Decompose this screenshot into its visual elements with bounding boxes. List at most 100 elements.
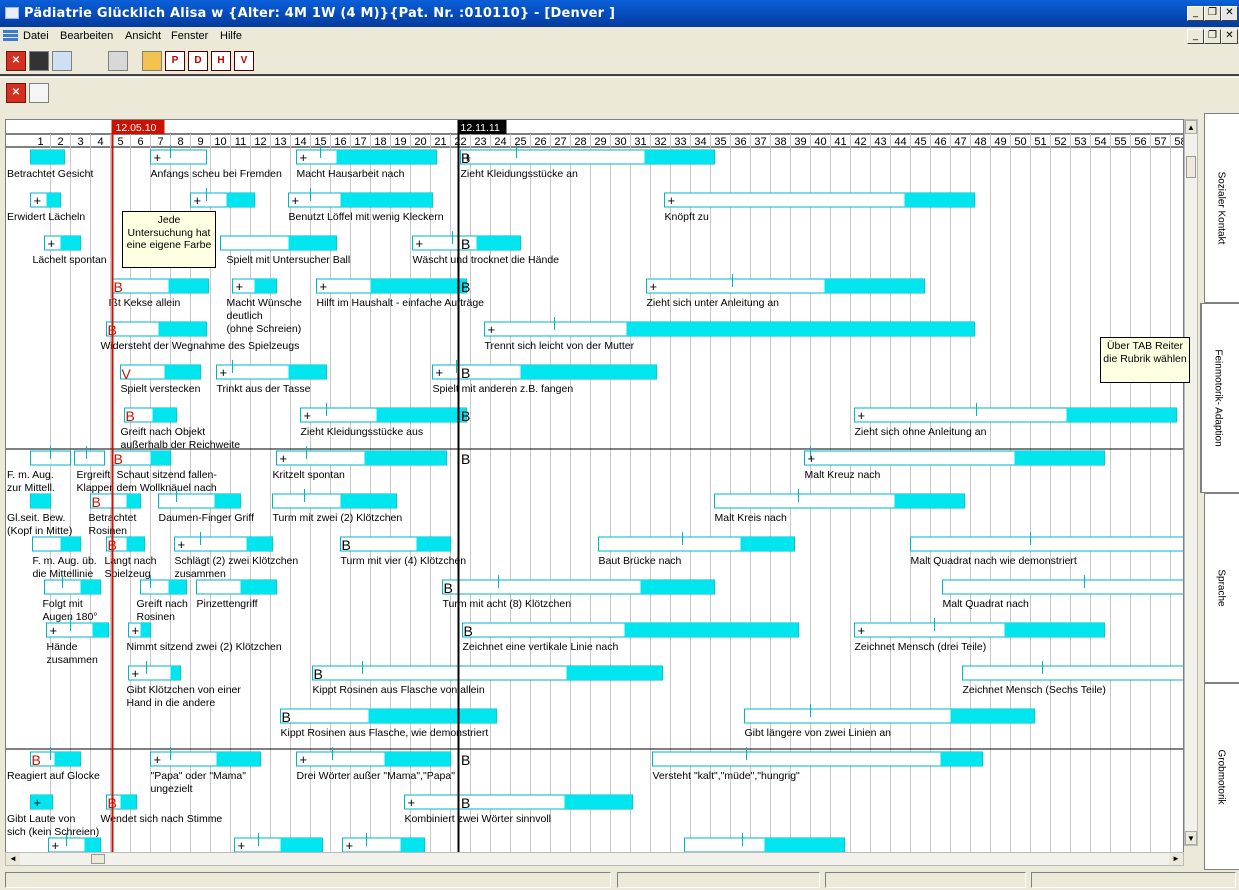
- plus-mark: +: [858, 408, 866, 423]
- month-tick-label: 31: [634, 136, 646, 148]
- menu-hilfe[interactable]: Hilfe: [220, 30, 242, 42]
- b-mark: B: [461, 279, 470, 295]
- child-minimize-button[interactable]: _: [1187, 29, 1204, 44]
- app-icon: [5, 7, 19, 19]
- tab-sprache[interactable]: Sprache: [1204, 493, 1239, 683]
- plus-mark: +: [154, 752, 162, 767]
- doc-d-icon[interactable]: D: [188, 51, 208, 71]
- item-label: Zeichnet eine vertikale Linie nach: [463, 641, 619, 653]
- item-bar-fill: [904, 193, 975, 207]
- tab-feinmotorik[interactable]: Feinmotorik- Adaption: [1200, 303, 1239, 493]
- doc-h-icon[interactable]: H: [211, 51, 231, 71]
- tab-sozialer-kontakt[interactable]: Sozialer Kontakt: [1204, 113, 1239, 303]
- item-label: (ohne Schreien): [227, 323, 302, 335]
- menu-bearbeiten[interactable]: Bearbeiten: [60, 30, 113, 42]
- item-label: Reagiert auf Glocke: [7, 770, 100, 782]
- item-bar-fill: [140, 623, 151, 637]
- item-bar-fill: [1014, 451, 1105, 465]
- red-marker-label: 12.05.10: [116, 122, 157, 134]
- patient-icon[interactable]: [52, 51, 72, 71]
- minimize-button[interactable]: _: [1187, 6, 1204, 21]
- month-tick-label: 44: [894, 136, 906, 148]
- item-label: Spielt mit anderen z.B. fangen: [433, 383, 574, 395]
- plus-mark: +: [34, 193, 42, 208]
- close-button[interactable]: ✕: [1221, 6, 1238, 21]
- item-bar: [962, 665, 1183, 681]
- plus-mark: +: [280, 451, 288, 466]
- item-label: Klapper: [77, 482, 114, 494]
- menu-fenster[interactable]: Fenster: [171, 30, 208, 42]
- item-label: Gibt längere von zwei Linien an: [745, 727, 892, 739]
- rubrik-tabs: Sozialer Kontakt Feinmotorik- Adaption S…: [1200, 113, 1239, 870]
- scroll-right-icon[interactable]: ►: [1169, 853, 1183, 865]
- plus-mark: +: [194, 193, 202, 208]
- plus-mark: +: [300, 752, 308, 767]
- item-label: Malt Quadrat nach: [943, 598, 1030, 610]
- scroll-up-icon[interactable]: ▲: [1185, 120, 1197, 134]
- item-label: Zieht Kleidungsstücke an: [461, 168, 578, 180]
- month-tick-label: 18: [374, 136, 386, 148]
- doc-v-icon[interactable]: V: [234, 51, 254, 71]
- item-bar-fill: [740, 537, 795, 551]
- month-tick-label: 47: [954, 136, 966, 148]
- item-bar-fill: [60, 236, 81, 250]
- item-bar-fill: [364, 451, 447, 465]
- item-bar-fill: [150, 451, 171, 465]
- menu-datei[interactable]: Datei: [23, 30, 49, 42]
- plus-mark: +: [34, 795, 42, 810]
- item-label: Nimmt sitzend zwei (2) Klötzchen: [127, 641, 282, 653]
- plus-mark: +: [132, 623, 140, 638]
- edit-icon[interactable]: [29, 83, 49, 103]
- month-tick-label: 33: [674, 136, 686, 148]
- item-bar-fill: [158, 322, 207, 336]
- status-panel-4: [1031, 872, 1236, 888]
- plus-mark: +: [178, 537, 186, 552]
- month-tick-label: 41: [834, 136, 846, 148]
- item-bar: [74, 450, 105, 466]
- child-close-button[interactable]: ✕: [1221, 29, 1238, 44]
- maximize-button[interactable]: ❐: [1204, 6, 1221, 21]
- item-bar: [910, 536, 1183, 552]
- item-bar-fill: [288, 365, 327, 379]
- item-bar-fill: [384, 752, 451, 766]
- b-mark: B: [464, 623, 473, 639]
- item-label: Drei Wörter außer "Mama","Papa": [297, 770, 456, 782]
- month-tick-label: 5: [117, 136, 123, 148]
- item-label: Rosinen: [89, 525, 128, 537]
- item-bar-fill: [626, 322, 975, 336]
- month-tick-label: 3: [77, 136, 83, 148]
- month-tick-label: 22: [454, 136, 466, 148]
- item-label: zur Mittell.: [7, 482, 55, 494]
- plus-mark: +: [300, 150, 308, 165]
- item-bar-fill: [46, 193, 61, 207]
- window-title: Pädiatrie Glücklich Alisa w {Alter: 4M 1…: [24, 6, 616, 21]
- month-tick-label: 40: [814, 136, 826, 148]
- scroll-left-icon[interactable]: ◄: [6, 853, 20, 865]
- plus-mark: +: [292, 193, 300, 208]
- item-bar-fill: [288, 236, 337, 250]
- b-mark: B: [282, 709, 291, 725]
- item-bar-fill: [240, 580, 277, 594]
- child-restore-button[interactable]: ❐: [1204, 29, 1221, 44]
- book-icon[interactable]: [29, 51, 49, 71]
- item-label: Trennt sich leicht von der Mutter: [485, 340, 635, 352]
- horizontal-scrollbar[interactable]: ◄ ►: [5, 852, 1184, 866]
- item-bar-fill: [30, 494, 51, 508]
- vertical-scrollbar[interactable]: ▲ ▼: [1184, 119, 1198, 846]
- open-folder-icon[interactable]: [142, 51, 162, 71]
- close-view-icon[interactable]: ✕: [6, 83, 26, 103]
- mdi-doc-icon[interactable]: [3, 29, 18, 43]
- hscroll-thumb[interactable]: [91, 854, 105, 864]
- doc-p-icon[interactable]: P: [165, 51, 185, 71]
- printer-icon[interactable]: [108, 51, 128, 71]
- close-icon[interactable]: ✕: [6, 51, 26, 71]
- month-tick-label: 30: [614, 136, 626, 148]
- scroll-down-icon[interactable]: ▼: [1185, 831, 1197, 845]
- menu-ansicht[interactable]: Ansicht: [125, 30, 161, 42]
- item-label: Lächelt spontan: [33, 254, 107, 266]
- item-label: Benutzt Löffel mit wenig Kleckern: [289, 211, 444, 223]
- tab-grobmotorik[interactable]: Grobmotorik: [1204, 683, 1239, 870]
- item-label: außerhalb der Reichweite: [121, 439, 241, 451]
- scroll-thumb[interactable]: [1186, 156, 1196, 178]
- b-mark: B: [114, 279, 123, 295]
